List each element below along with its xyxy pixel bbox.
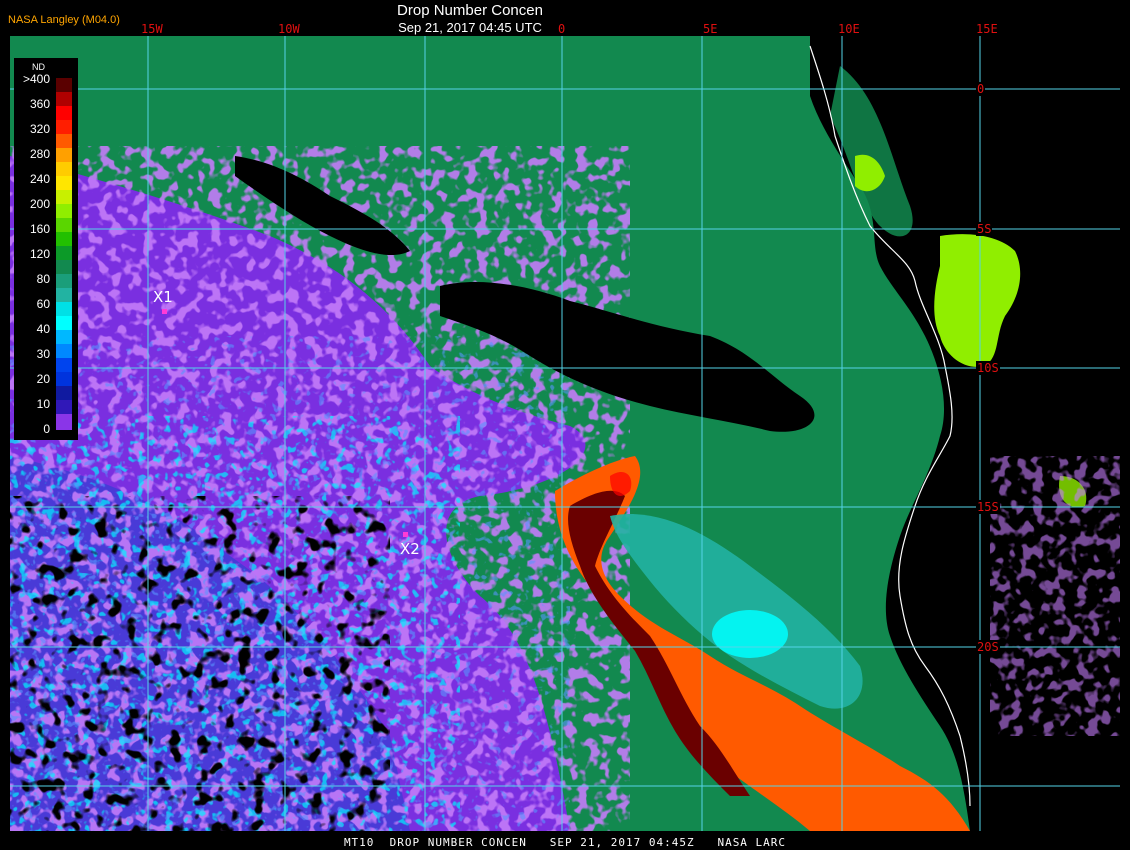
legend-swatch <box>56 260 72 274</box>
lat-label-20s: 20S <box>976 640 1000 654</box>
legend-label: 200 <box>29 197 50 211</box>
legend-swatch <box>56 78 72 92</box>
legend-swatch <box>56 190 72 204</box>
legend-label: 30 <box>36 347 50 361</box>
legend-swatch <box>56 302 72 316</box>
lon-label-15e: 15E <box>976 22 998 36</box>
legend-swatch <box>56 176 72 190</box>
legend-label: 40 <box>36 322 50 336</box>
footer-caption: MT10 DROP NUMBER CONCEN SEP 21, 2017 04:… <box>343 836 787 849</box>
legend-swatch <box>56 246 72 260</box>
legend-label: 20 <box>36 372 50 386</box>
legend-swatch <box>56 344 72 358</box>
legend-label: 240 <box>29 172 50 186</box>
legend-label: 120 <box>29 247 50 261</box>
legend-swatch <box>56 134 72 148</box>
lat-label-0: 0 <box>976 82 986 96</box>
map-title: Drop Number Concen <box>397 2 543 19</box>
purple-speckle-east <box>990 456 1120 736</box>
marker-x2-dot <box>403 532 408 537</box>
clear-sky-sw <box>10 496 390 831</box>
lon-label-10w: 10W <box>278 22 300 36</box>
marker-x2-label: X2 <box>400 540 420 558</box>
legend-swatch <box>56 330 72 344</box>
legend-label: 360 <box>29 97 50 111</box>
legend-swatch <box>56 288 72 302</box>
legend-label: 10 <box>36 397 50 411</box>
legend-swatch <box>56 120 72 134</box>
legend-label: >400 <box>22 72 50 86</box>
marker-x1-label: X1 <box>153 288 173 306</box>
lon-label-15w: 15W <box>141 22 163 36</box>
legend-title: ND <box>32 62 45 72</box>
legend-swatch <box>56 414 72 430</box>
legend-label: 0 <box>43 422 50 436</box>
legend-swatch <box>56 92 72 106</box>
legend-swatch <box>56 274 72 288</box>
lon-label-5e: 5E <box>703 22 718 36</box>
legend-swatch <box>56 316 72 330</box>
lat-label-10s: 10S <box>976 361 1000 375</box>
legend-label: 160 <box>29 222 50 236</box>
legend-label: 280 <box>29 147 50 161</box>
lon-label-0: 0 <box>558 22 566 36</box>
producer-label: NASA Langley (M04.0) <box>8 14 120 26</box>
legend-swatch <box>56 204 72 218</box>
legend-swatch <box>56 148 72 162</box>
legend-label: 60 <box>36 297 50 311</box>
legend-swatch <box>56 218 72 232</box>
marker-x1-dot <box>162 309 167 314</box>
bright-cyan-blob <box>712 610 788 658</box>
legend-swatch <box>56 232 72 246</box>
legend-swatch <box>56 372 72 386</box>
legend-swatch <box>56 400 72 414</box>
color-legend: ND >400 360 320 280 240 200 160 120 80 6… <box>14 58 78 440</box>
lon-label-10e: 10E <box>838 22 860 36</box>
satellite-map <box>10 36 1120 831</box>
lat-label-15s: 15S <box>976 500 1000 514</box>
legend-label: 320 <box>29 122 50 136</box>
legend-swatch <box>56 162 72 176</box>
legend-swatch <box>56 358 72 372</box>
legend-swatch <box>56 386 72 400</box>
lat-label-5s: 5S <box>976 222 993 236</box>
legend-label: 80 <box>36 272 50 286</box>
legend-swatch <box>56 106 72 120</box>
